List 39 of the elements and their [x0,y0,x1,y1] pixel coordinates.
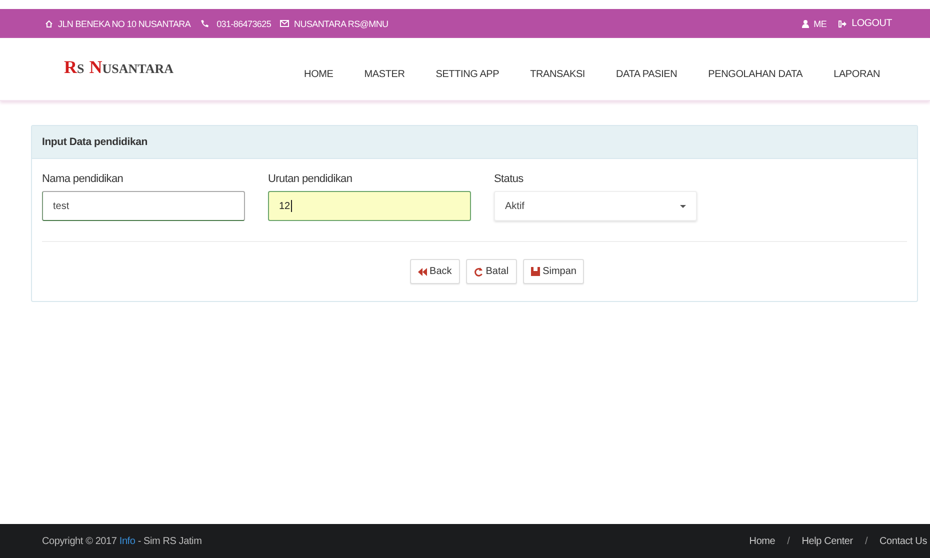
panel-title: Input Data pendidikan [42,136,148,148]
site-logo[interactable]: RS NUSANTARA [64,56,174,78]
info-link[interactable]: Info [119,536,136,546]
nav-link[interactable]: LAPORAN [834,68,880,80]
reset-button[interactable]: Batal [466,259,517,284]
nav-link[interactable]: HOME [304,68,334,80]
phone-icon [200,19,209,28]
footer-link[interactable]: Contact Us [880,536,927,546]
phone-text: 031-86473625 [216,18,272,28]
nav-link[interactable]: TRANSAKSI [530,68,585,80]
footer-link[interactable]: Help Center [802,536,853,546]
double-arrow-left-icon [418,268,427,276]
input-field[interactable]: test [42,191,245,221]
save-button[interactable]: Simpan [522,259,584,284]
home-icon [45,20,53,28]
user-link[interactable]: ME [814,18,827,28]
email-text: NUSANTARA RS@MNU [294,18,388,28]
field-label: Nama pendidikan [42,173,124,185]
back-button[interactable]: Back [410,259,460,284]
copyright-text: Copyright © 2017 Info - Sim RS Jatim [42,536,202,546]
nav-link[interactable]: MASTER [364,68,405,80]
address-text: JLN BENEKA NO 10 NUSANTARA [58,18,191,28]
footer-link[interactable]: Home [749,536,776,546]
envelope-icon [280,20,290,27]
caret-icon [680,204,686,208]
logout-link[interactable]: LOGOUT [852,18,892,29]
refresh-icon [474,266,483,276]
input-field[interactable]: 12 [268,191,471,221]
field-label: Status [494,173,524,185]
nav-link[interactable]: DATA PASIEN [616,68,678,80]
status-dropdown[interactable]: Aktif [494,191,697,221]
logout-icon [838,20,847,28]
nav-link[interactable]: SETTING APP [436,68,500,80]
separator: / [864,536,868,546]
separator: / [787,536,790,546]
nav-link[interactable]: PENGOLAHAN DATA [708,68,803,80]
user-icon [802,20,809,28]
field-label: Urutan pendidikan [268,173,354,185]
floppy-icon [530,267,540,276]
